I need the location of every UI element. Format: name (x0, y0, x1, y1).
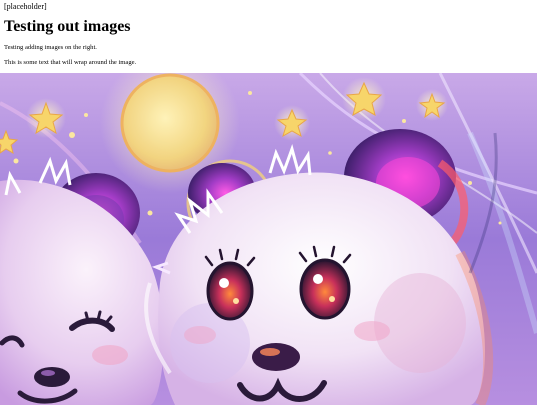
wrap-paragraph: This is some text that will wrap around … (4, 59, 137, 66)
star-icon (342, 77, 386, 121)
star-icon (274, 105, 310, 141)
right-bear-left-eye (206, 261, 254, 321)
right-bear-nose (252, 343, 300, 371)
illustration-image (0, 73, 537, 405)
placeholder-text: [placeholder] (4, 2, 47, 11)
star-icon (416, 89, 448, 121)
moon (120, 73, 220, 173)
intro-paragraph: Testing adding images on the right. (4, 44, 97, 51)
right-bear-right-eye (299, 258, 351, 320)
star-icon (26, 98, 66, 138)
left-bear-nose (34, 367, 70, 387)
page-title: Testing out images (4, 18, 131, 35)
